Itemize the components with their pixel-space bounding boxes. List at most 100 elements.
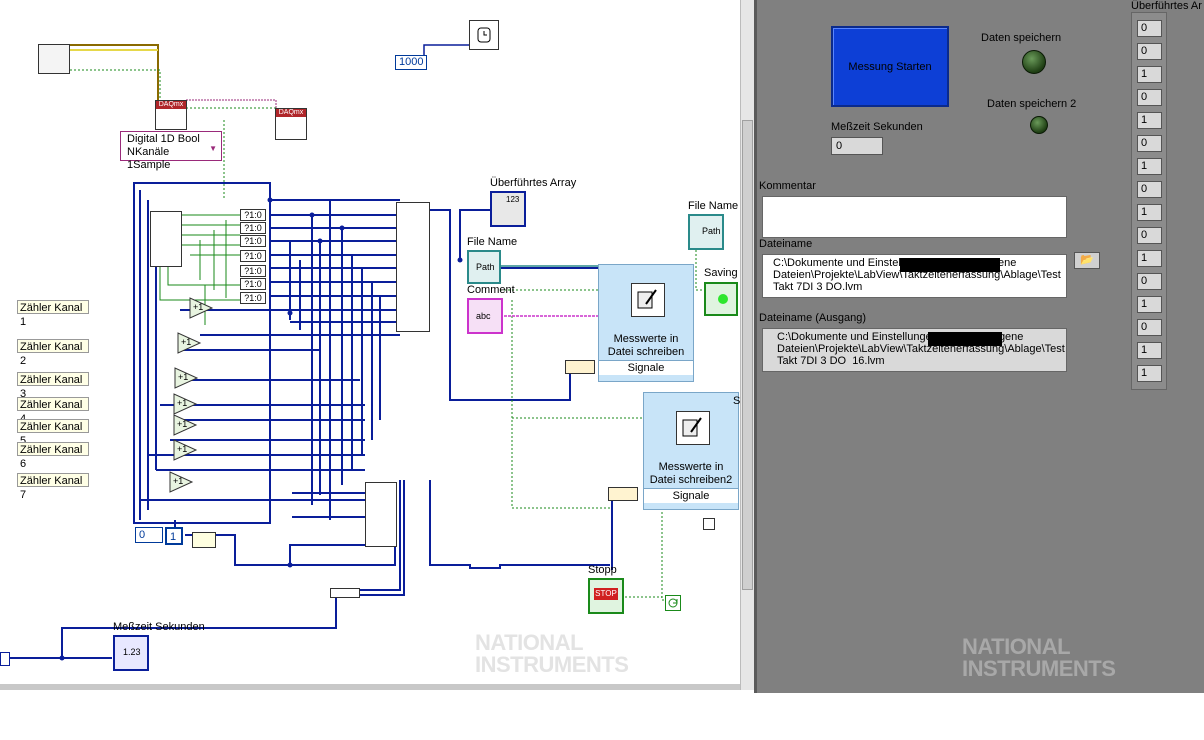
bottom-blank-area [0, 693, 1204, 740]
shift-register-init-0[interactable]: 0 [135, 527, 163, 543]
select-node-1[interactable]: ?1:0 [240, 209, 266, 221]
select-node-3[interactable]: ?1:0 [240, 235, 266, 247]
measure-seconds-indicator[interactable]: 1.23 [113, 635, 149, 671]
saving-indicator[interactable] [704, 282, 738, 316]
select-node-6[interactable]: ?1:0 [240, 278, 266, 290]
comment-control[interactable]: abc [467, 298, 503, 334]
shift-register-init-1[interactable]: 1 [165, 527, 183, 545]
array-label: Überführtes Ar [1131, 0, 1202, 12]
increment-7: +1 [173, 476, 184, 486]
convert-to-dynamic-data-1[interactable] [565, 360, 595, 374]
daqmx-clear-icon[interactable]: DAQmx [275, 108, 307, 140]
index-array-node[interactable] [150, 211, 182, 267]
array-element: 0 [1137, 273, 1162, 290]
start-measurement-button[interactable]: Messung Starten [831, 26, 949, 107]
browse-folder-button[interactable]: 📂 [1074, 252, 1100, 269]
array-element: 1 [1137, 204, 1162, 221]
scroll-thumb[interactable] [742, 120, 753, 590]
vi-2-signals-terminal[interactable]: Signale [644, 488, 738, 503]
increment-6: +1 [177, 444, 188, 454]
loop-condition-icon[interactable] [665, 595, 681, 611]
save-data-2-label: Daten speichern 2 [987, 98, 1077, 110]
counter-channel-2-label: Zähler Kanal 2 [17, 339, 89, 367]
ni-watermark-line-1: NATIONAL [475, 630, 584, 655]
daq-type-line-1: Digital 1D Bool [127, 133, 200, 145]
file-name-label: File Name [467, 236, 518, 248]
filename-output-indicator: C:\Dokumente und Einstellungen gene Date… [762, 328, 1067, 372]
write-file-icon [631, 283, 665, 317]
file-name-indicator[interactable]: Path [688, 214, 724, 250]
counter-channel-7-label: Zähler Kanal 7 [17, 473, 89, 501]
increment-5: +1 [177, 419, 188, 429]
daq-read-type-selector[interactable]: Digital 1D Bool NKanäle 1Sample ▼ [120, 131, 222, 171]
redaction-box-2 [928, 332, 1002, 346]
constant-1000[interactable]: 1000 [395, 55, 428, 70]
save-data-label: Daten speichern [981, 32, 1062, 44]
numeric-type-label: 123 [506, 195, 520, 204]
block-diagram-window: 1000 DAQmx DAQmx Digital 1D Bool NKanäle… [0, 0, 740, 690]
save-data-led[interactable] [1022, 50, 1046, 74]
string-type-label: abc [476, 311, 491, 321]
path-type-label-2: Path [702, 226, 721, 236]
vi-1-title-line-2: Datei schreiben [607, 346, 685, 358]
array-element: 0 [1137, 135, 1162, 152]
build-array-node-1[interactable] [396, 202, 430, 332]
select-node-5[interactable]: ?1:0 [240, 265, 266, 277]
vi-1-signals-terminal[interactable]: Signale [599, 360, 693, 375]
vi-2-title-line-1: Messwerte in [658, 461, 724, 473]
vi-1-title-line-1: Messwerte in [613, 333, 679, 345]
diagram-vertical-scrollbar[interactable] [740, 0, 754, 690]
array-element: 1 [1137, 66, 1162, 83]
add-node[interactable] [192, 532, 216, 548]
convert-to-dynamic-data-2[interactable] [608, 487, 638, 501]
stop-button-terminal[interactable]: STOP [588, 578, 624, 614]
unwired-node[interactable] [703, 518, 715, 530]
dropdown-arrow-icon: ▼ [209, 144, 217, 153]
save-data-2-led[interactable] [1030, 116, 1048, 134]
daqmx-badge: DAQmx [156, 101, 186, 109]
comment-label: Comment [467, 284, 515, 296]
counter-channel-3-label: Zähler Kanal 3 [17, 372, 89, 400]
ni-watermark-diagram: NATIONAL INSTRUMENTS [475, 630, 629, 677]
array-element: 1 [1137, 365, 1162, 382]
ni-watermark-panel-line-2: INSTRUMENTS [962, 656, 1116, 681]
array-element: 1 [1137, 342, 1162, 359]
double-type-label: 1.23 [123, 647, 141, 657]
increment-1: +1 [193, 302, 204, 312]
ni-watermark-panel: NATIONAL INSTRUMENTS [962, 634, 1116, 681]
measure-seconds-label: Meßzeit Sekunden [113, 621, 205, 633]
select-node-7[interactable]: ?1:0 [240, 292, 266, 304]
ni-watermark-panel-line-1: NATIONAL [962, 634, 1071, 659]
comment-input[interactable] [762, 196, 1067, 238]
counter-channel-1-label: Zähler Kanal 1 [17, 300, 89, 328]
diagram-horizontal-scrollbar[interactable] [0, 684, 740, 690]
daqmx-badge-2: DAQmx [276, 109, 306, 117]
increment-3: +1 [178, 372, 189, 382]
array-element: 0 [1137, 43, 1162, 60]
select-node-2[interactable]: ?1:0 [240, 222, 266, 234]
transferred-array-indicator[interactable]: 123 [490, 191, 526, 227]
increment-2: +1 [181, 337, 192, 347]
ni-watermark-line-2: INSTRUMENTS [475, 652, 629, 677]
build-array-node-2[interactable] [365, 482, 397, 547]
saving-label: Saving [704, 267, 738, 279]
array-element: 0 [1137, 89, 1162, 106]
wait-timer-icon[interactable] [469, 20, 499, 50]
write-measurement-file-vi-1[interactable]: Messwerte in Datei schreiben Signale [598, 264, 694, 382]
array-element: 0 [1137, 227, 1162, 244]
array-element: 0 [1137, 20, 1162, 37]
type-cast-node[interactable] [330, 588, 360, 598]
vi-2-title-line-2: Datei schreiben2 [649, 474, 733, 486]
iteration-terminal[interactable] [0, 652, 10, 666]
write-measurement-file-vi-2[interactable]: Messwerte in Datei schreiben2 Signale [643, 392, 739, 510]
file-name-control[interactable]: Path [467, 250, 501, 284]
counter-channel-4-label: Zähler Kanal 4 [17, 397, 89, 425]
transferred-array-label: Überführtes Array [490, 177, 577, 189]
select-node-4[interactable]: ?1:0 [240, 250, 266, 262]
array-element: 0 [1137, 181, 1162, 198]
file-name-indicator-label: File Name [688, 200, 739, 212]
daqmx-read-icon[interactable]: DAQmx [155, 100, 187, 130]
comment-label-fp: Kommentar [759, 180, 816, 192]
filename-output-label: Dateiname (Ausgang) [759, 312, 867, 324]
daqmx-create-channel-icon[interactable] [38, 44, 70, 74]
